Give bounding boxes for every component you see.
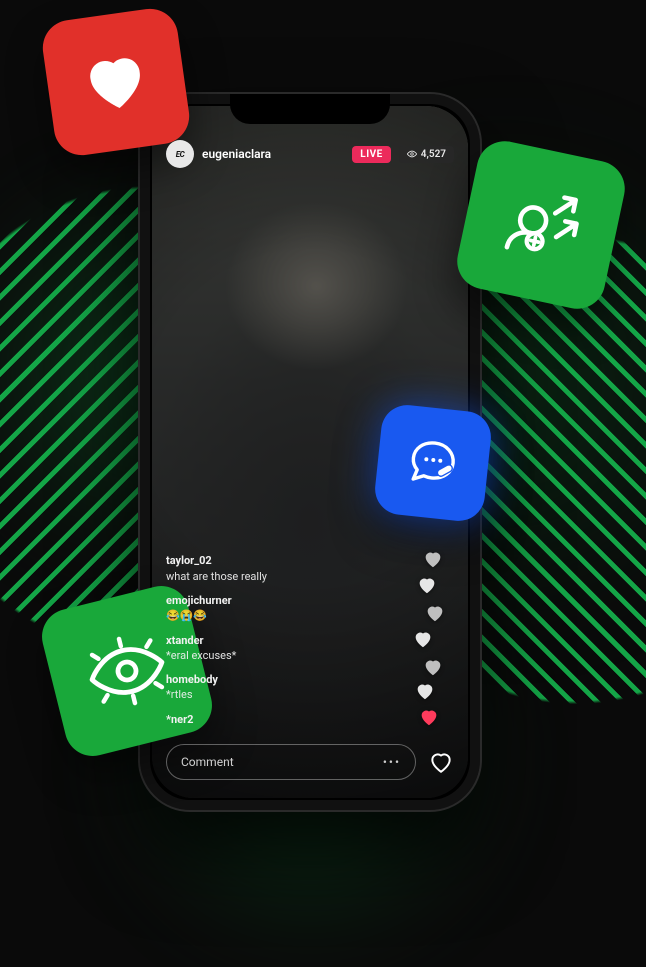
comment-user: taylor_02: [166, 554, 388, 568]
heart-icon: [414, 680, 436, 702]
phone-notch: [230, 94, 390, 124]
avatar[interactable]: EC: [166, 140, 194, 168]
comment-placeholder: Comment: [181, 755, 234, 769]
floating-hearts: [412, 508, 448, 728]
comment-text: *eral excuses*: [166, 649, 236, 662]
live-header: EC eugeniaclara LIVE 4,527: [166, 140, 454, 168]
heart-icon: [412, 628, 434, 650]
eye-icon: [407, 149, 417, 159]
bottom-bar: Comment •••: [166, 744, 454, 780]
comment-stream: taylor_02 what are those really emojichu…: [166, 554, 388, 728]
viewer-count: 4,527: [421, 149, 446, 160]
comment-user: *ner2: [166, 713, 388, 727]
comment-user: emojichurner: [166, 594, 388, 608]
heart-icon: [422, 656, 444, 678]
comment-item: *ner2: [166, 713, 388, 728]
heart-icon: [76, 42, 155, 121]
comment-input[interactable]: Comment •••: [166, 744, 416, 780]
comment-text: 😂😭😂: [166, 609, 207, 622]
comment-user: xtander: [166, 634, 388, 648]
heart-icon: [422, 548, 444, 570]
heart-icon: [424, 602, 446, 624]
comment-item: taylor_02 what are those really: [166, 554, 388, 584]
comment-item: emojichurner 😂😭😂: [166, 594, 388, 624]
add-user-badge: [452, 136, 630, 314]
heart-icon: [416, 574, 438, 596]
heart-badge: [39, 5, 193, 159]
chat-badge: [373, 403, 494, 524]
comment-user: homebody: [166, 673, 388, 687]
add-user-icon: [486, 170, 595, 279]
chat-edit-icon: [398, 428, 468, 498]
like-button[interactable]: [428, 749, 454, 775]
username[interactable]: eugeniaclara: [202, 147, 271, 161]
viewer-count-badge[interactable]: 4,527: [399, 146, 454, 163]
comment-item: xtander *eral excuses*: [166, 634, 388, 664]
comment-text: *rtles: [166, 688, 193, 701]
heart-icon: [418, 706, 440, 728]
comment-item: homebody *rtles: [166, 673, 388, 703]
more-icon[interactable]: •••: [383, 755, 401, 769]
comment-text: what are those really: [166, 570, 267, 583]
live-badge: LIVE: [352, 146, 391, 163]
